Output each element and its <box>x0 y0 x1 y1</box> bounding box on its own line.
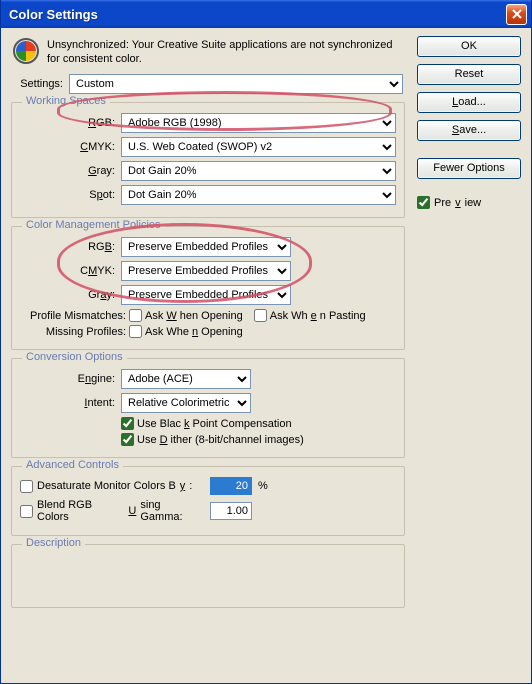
desat-unit: % <box>258 480 268 492</box>
titlebar: Color Settings <box>1 0 531 28</box>
preview-checkbox[interactable] <box>417 196 430 209</box>
group-title-conversion: Conversion Options <box>22 351 127 363</box>
sync-status-icon <box>13 38 39 64</box>
fewer-options-button[interactable]: Fewer Options <box>417 158 521 179</box>
ok-button[interactable]: OK <box>417 36 521 57</box>
group-title-description: Description <box>22 537 85 549</box>
main-panel: Unsynchronized: Your Creative Suite appl… <box>9 36 407 675</box>
reset-button[interactable]: Reset <box>417 64 521 85</box>
ws-cmyk-label: CMYK: <box>20 141 115 153</box>
blend-input[interactable] <box>210 502 252 520</box>
conv-intent-select[interactable]: Relative Colorimetric <box>121 393 251 413</box>
pol-cmyk-select[interactable]: Preserve Embedded Profiles <box>121 261 291 281</box>
ws-spot-select[interactable]: Dot Gain 20% <box>121 185 396 205</box>
group-description: Description <box>11 544 405 608</box>
pol-rgb-select[interactable]: Preserve Embedded Profiles <box>121 237 291 257</box>
ws-cmyk-select[interactable]: U.S. Web Coated (SWOP) v2 <box>121 137 396 157</box>
conv-engine-select[interactable]: Adobe (ACE) <box>121 369 251 389</box>
sync-status-text: Unsynchronized: Your Creative Suite appl… <box>47 38 403 66</box>
settings-label: Settings: <box>13 78 63 90</box>
group-policies: Color Management Policies RGB: Preserve … <box>11 226 405 350</box>
group-title-policies: Color Management Policies <box>22 219 165 231</box>
save-button[interactable]: Save... <box>417 120 521 141</box>
pol-gray-select[interactable]: Preserve Embedded Profiles <box>121 285 291 305</box>
bpc-checkbox[interactable] <box>121 417 134 430</box>
dither-check[interactable]: Use Dither (8-bit/channel images) <box>121 433 304 446</box>
close-button[interactable] <box>506 4 527 25</box>
ws-rgb-select[interactable]: Adobe RGB (1998) <box>121 113 396 133</box>
mismatch-ask-open[interactable]: Ask When Opening <box>129 309 243 322</box>
ws-spot-label: Spot: <box>20 189 115 201</box>
dither-checkbox[interactable] <box>121 433 134 446</box>
ws-gray-label: Gray: <box>20 165 115 177</box>
desat-checkbox[interactable] <box>20 480 33 493</box>
mismatch-ask-paste[interactable]: Ask When Pasting <box>254 309 366 322</box>
ws-gray-select[interactable]: Dot Gain 20% <box>121 161 396 181</box>
profile-mismatch-label: Profile Mismatches: <box>20 310 126 322</box>
sync-status-row: Unsynchronized: Your Creative Suite appl… <box>9 36 407 72</box>
window-title: Color Settings <box>9 7 506 22</box>
pol-rgb-label: RGB: <box>20 241 115 253</box>
conv-intent-label: Intent: <box>20 397 115 409</box>
button-panel: OK Reset Load... Save... Fewer Options P… <box>417 36 523 212</box>
close-icon <box>512 9 522 19</box>
group-title-working-spaces: Working Spaces <box>22 95 110 107</box>
group-conversion: Conversion Options Engine: Adobe (ACE) I… <box>11 358 405 458</box>
mismatch-ask-paste-checkbox[interactable] <box>254 309 267 322</box>
desat-check[interactable]: Desaturate Monitor Colors By: <box>20 480 204 493</box>
group-advanced: Advanced Controls Desaturate Monitor Col… <box>11 466 405 536</box>
conv-engine-label: Engine: <box>20 373 115 385</box>
missing-profiles-label: Missing Profiles: <box>20 326 126 338</box>
ws-rgb-label: RGB: <box>20 117 115 129</box>
desat-input[interactable] <box>210 477 252 495</box>
blend-check[interactable]: Blend RGB Colors Using Gamma: <box>20 499 204 523</box>
preview-check[interactable]: Preview <box>417 196 481 209</box>
mismatch-ask-open-checkbox[interactable] <box>129 309 142 322</box>
missing-ask-open-checkbox[interactable] <box>129 325 142 338</box>
blend-checkbox[interactable] <box>20 505 33 518</box>
pol-gray-label: Gray: <box>20 289 115 301</box>
settings-select[interactable]: Custom <box>69 74 403 94</box>
group-title-advanced: Advanced Controls <box>22 459 123 471</box>
missing-ask-open[interactable]: Ask When Opening <box>129 325 243 338</box>
load-button[interactable]: Load... <box>417 92 521 113</box>
pol-cmyk-label: CMYK: <box>20 265 115 277</box>
group-working-spaces: Working Spaces RGB: Adobe RGB (1998) CMY… <box>11 102 405 218</box>
bpc-check[interactable]: Use Black Point Compensation <box>121 417 292 430</box>
